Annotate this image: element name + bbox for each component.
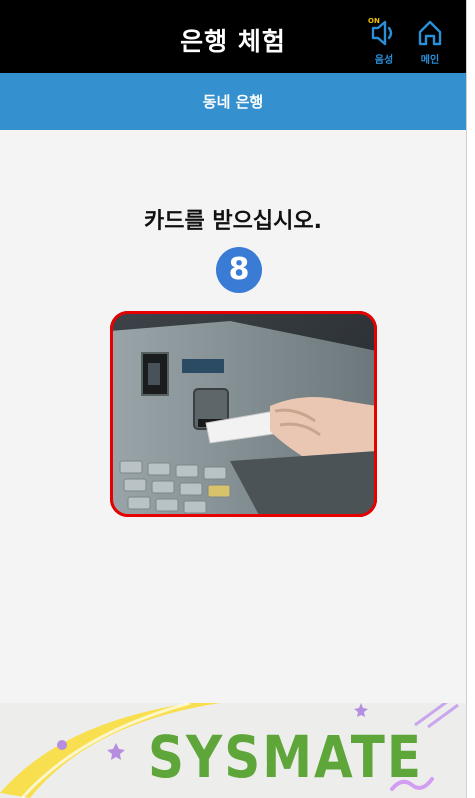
atm-card-photo [110, 311, 377, 517]
sound-label: 음성 [374, 55, 394, 66]
step-number-badge: 8 [216, 247, 262, 293]
sound-toggle-button[interactable]: ON 음성 [364, 15, 404, 66]
main-home-button[interactable]: 메인 [410, 15, 450, 66]
app-frame: 은행 체험 ON 음성 메인 동네 은행 카드를 받으십시오. 8 SYSMAT… [0, 0, 467, 798]
sysmate-logo: SYSMATE [148, 724, 424, 791]
section-title: 동네 은행 [202, 93, 264, 111]
top-bar: 은행 체험 ON 음성 메인 [0, 0, 466, 73]
instruction-text: 카드를 받으십시오. [144, 209, 322, 234]
home-icon [418, 20, 442, 46]
sound-on-badge: ON [368, 17, 380, 25]
sub-header: 동네 은행 [0, 73, 466, 130]
home-label: 메인 [420, 55, 440, 66]
